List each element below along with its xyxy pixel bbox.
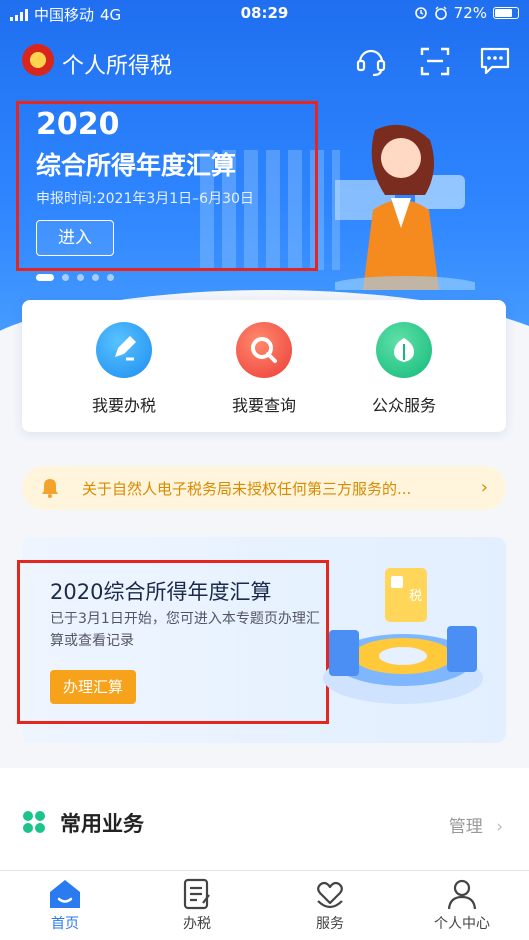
heart-hand-icon	[317, 881, 343, 909]
highlight-box	[16, 101, 318, 271]
quick-action-label: 我要办税	[91, 396, 156, 415]
banner-pagination	[36, 274, 114, 281]
tab-home[interactable]: 首页	[15, 877, 115, 933]
tab-service[interactable]: 服务	[280, 877, 380, 933]
battery-icon	[493, 7, 519, 19]
search-icon	[236, 322, 292, 378]
tax-assistant-illustration	[335, 124, 475, 290]
status-bar: 中国移动 4G 08:29 72%	[0, 0, 529, 28]
common-business-title: 常用业务	[60, 812, 144, 836]
pagination-dot[interactable]	[77, 274, 84, 281]
bottom-tab-bar: 首页 办税 服务 个人中心	[0, 870, 529, 940]
app-title: 个人所得税	[62, 54, 173, 79]
home-icon	[50, 880, 80, 908]
notice-text: 关于自然人电子税务局未授权任何第三方服务的...	[82, 480, 412, 498]
manage-link[interactable]: 管理 ›	[449, 812, 503, 837]
scan-icon[interactable]	[418, 44, 452, 78]
manage-label: 管理	[448, 817, 483, 837]
alarm-icon	[414, 7, 427, 19]
chevron-right-icon: ›	[480, 477, 488, 498]
tab-label: 办税	[183, 916, 211, 932]
highlight-box	[17, 560, 329, 724]
app-header: 个人所得税	[0, 40, 529, 84]
person-icon	[447, 879, 477, 910]
grid-icon	[22, 810, 46, 834]
shield-leaf-icon	[376, 322, 432, 378]
tax-emblem-logo	[22, 44, 54, 76]
annual-settlement-illustration: 税	[323, 568, 483, 704]
svg-text:税: 税	[409, 589, 422, 604]
quick-action-label: 我要查询	[231, 396, 296, 415]
headset-icon[interactable]	[354, 44, 388, 78]
quick-action-query[interactable]: 我要查询	[204, 322, 324, 416]
tab-tax[interactable]: 办税	[147, 877, 247, 933]
quick-action-public-service[interactable]: 公众服务	[344, 322, 464, 416]
quick-actions-card: 我要办税 我要查询 公众服务	[22, 300, 506, 432]
tab-label: 首页	[51, 916, 79, 932]
notice-bar[interactable]: 关于自然人电子税务局未授权任何第三方服务的... ›	[22, 466, 506, 510]
pagination-dot[interactable]	[36, 274, 54, 281]
quick-action-label: 公众服务	[371, 396, 436, 415]
clock-icon	[434, 6, 447, 20]
pagination-dot[interactable]	[92, 274, 99, 281]
chevron-right-icon: ›	[496, 817, 503, 837]
pagination-dot[interactable]	[107, 274, 114, 281]
tab-profile[interactable]: 个人中心	[412, 877, 512, 933]
pagination-dot[interactable]	[62, 274, 69, 281]
bell-icon	[42, 479, 58, 498]
battery-percent: 72%	[453, 4, 487, 22]
tab-label: 服务	[316, 916, 344, 932]
tab-label: 个人中心	[434, 916, 490, 932]
message-icon[interactable]	[478, 44, 512, 78]
form-icon	[183, 878, 210, 910]
pen-icon	[96, 322, 152, 378]
quick-action-tax[interactable]: 我要办税	[64, 322, 184, 416]
